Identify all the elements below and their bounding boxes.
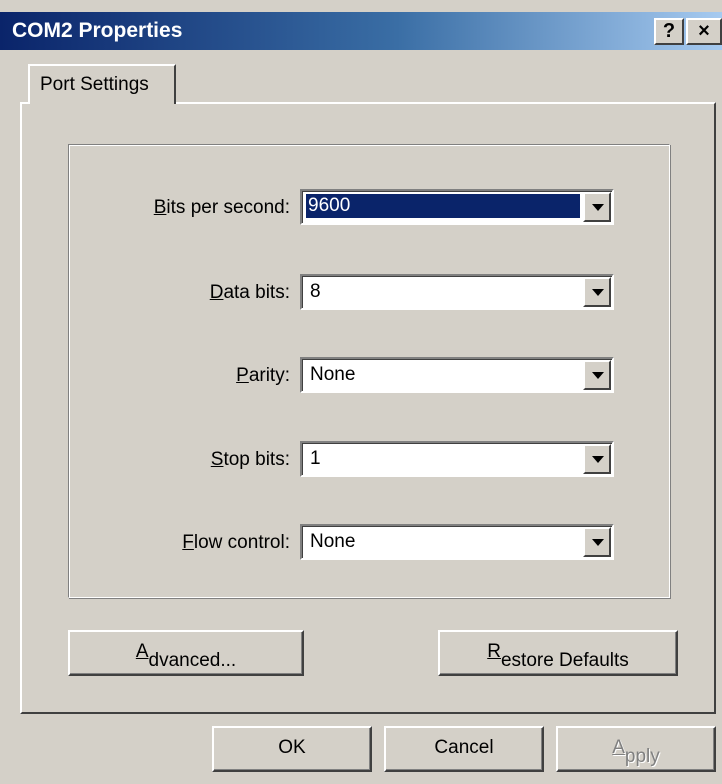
- chevron-down-icon[interactable]: [583, 527, 611, 557]
- chevron-down-icon[interactable]: [583, 277, 611, 307]
- bits-per-second-label: Bits per second:: [153, 197, 290, 218]
- window-title: COM2 Properties: [12, 19, 183, 42]
- stop-bits-label: Stop bits:: [210, 449, 290, 470]
- flow-control-value: None: [310, 531, 356, 552]
- title-bar[interactable]: COM2 Properties ? ×: [0, 12, 722, 50]
- tab-label: Port Settings: [40, 74, 149, 95]
- close-button[interactable]: ×: [686, 18, 722, 45]
- flow-control-label: Flow control:: [182, 532, 290, 553]
- stop-bits-value: 1: [310, 448, 321, 469]
- data-bits-select[interactable]: 8: [300, 274, 614, 310]
- bits-per-second-select[interactable]: 9600: [300, 189, 614, 225]
- chevron-down-icon[interactable]: [583, 444, 611, 474]
- flow-control-select[interactable]: None: [300, 524, 614, 560]
- stop-bits-select[interactable]: 1: [300, 441, 614, 477]
- data-bits-value: 8: [310, 281, 321, 302]
- apply-button[interactable]: Apply: [556, 726, 716, 772]
- restore-defaults-button[interactable]: Restore Defaults: [438, 630, 678, 676]
- chevron-down-icon[interactable]: [583, 192, 611, 222]
- close-icon: ×: [698, 20, 710, 42]
- properties-dialog: COM2 Properties ? × Port Settings Bits p…: [0, 0, 722, 784]
- help-icon: ?: [662, 20, 676, 42]
- chevron-down-icon[interactable]: [583, 360, 611, 390]
- parity-value: None: [310, 364, 356, 385]
- ok-button[interactable]: OK: [212, 726, 372, 772]
- help-button[interactable]: ?: [654, 18, 684, 45]
- parity-select[interactable]: None: [300, 357, 614, 393]
- tab-port-settings[interactable]: Port Settings: [28, 64, 176, 104]
- bits-per-second-value: 9600: [306, 194, 580, 218]
- data-bits-label: Data bits:: [209, 282, 290, 303]
- cancel-button[interactable]: Cancel: [384, 726, 544, 772]
- advanced-button[interactable]: Advanced...: [68, 630, 304, 676]
- parity-label: Parity:: [236, 365, 290, 386]
